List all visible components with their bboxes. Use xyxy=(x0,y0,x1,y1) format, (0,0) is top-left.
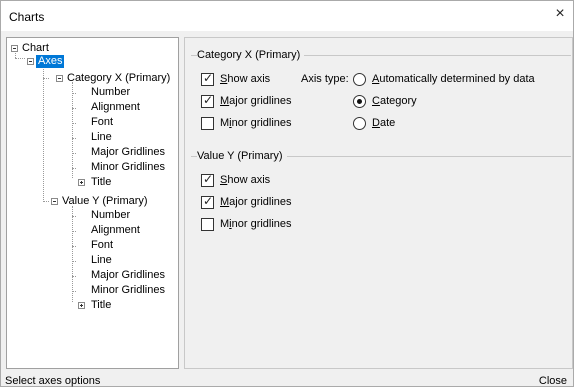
tree-label: Line xyxy=(91,254,112,266)
axis-type-label: Axis type: xyxy=(301,73,349,85)
tree-connector xyxy=(72,216,76,217)
chart-element-tree[interactable]: Chart Axes Category X (Primary) Number A… xyxy=(6,37,179,369)
tree-connector xyxy=(72,246,76,247)
checkbox-label: Show axis xyxy=(220,174,271,186)
tree-label: Minor Gridlines xyxy=(91,161,165,173)
collapse-icon[interactable] xyxy=(51,198,58,205)
tree-connector xyxy=(72,276,76,277)
tree-label: Title xyxy=(91,299,112,311)
status-bar: Select axes options Close xyxy=(1,370,575,388)
tree-label: Number xyxy=(91,209,131,221)
tree-connector xyxy=(72,138,76,139)
axis-options-panel: Category X (Primary) ✓ Show axis ✓ Major… xyxy=(184,37,573,369)
dialog-title: Charts xyxy=(9,10,45,24)
checkbox-box[interactable]: ✓ xyxy=(201,194,214,209)
radio-circle[interactable] xyxy=(353,73,366,86)
tree-label: Value Y (Primary) xyxy=(62,195,148,207)
tree-connector xyxy=(43,62,44,202)
close-button[interactable]: Close xyxy=(539,375,567,387)
tree-connector xyxy=(72,82,73,178)
close-icon[interactable]: × xyxy=(553,6,567,22)
checkbox-box[interactable]: ✓ xyxy=(201,71,214,86)
radio-label: Category xyxy=(372,95,417,107)
radio-circle[interactable] xyxy=(353,117,366,130)
tree-label: Line xyxy=(91,131,112,143)
tree-label: Alignment xyxy=(91,224,140,236)
radio-label: Date xyxy=(372,117,396,129)
checkbox-label: Show axis xyxy=(220,73,271,85)
tree-connector xyxy=(72,108,76,109)
category-group-title: Category X (Primary) xyxy=(197,49,305,61)
tree-connector xyxy=(72,123,76,124)
tree-connector xyxy=(72,206,73,302)
tree-label: Font xyxy=(91,239,114,251)
charts-dialog: Charts × Chart Axes Category X (Primary)… xyxy=(0,0,574,387)
collapse-icon[interactable] xyxy=(11,45,18,52)
checkbox-label: Major gridlines xyxy=(220,95,292,107)
tree-label: Chart xyxy=(22,42,49,54)
tree-connector xyxy=(43,78,49,79)
checkbox-label: Major gridlines xyxy=(220,196,292,208)
tree-connector xyxy=(72,231,76,232)
title-bar: Charts × xyxy=(1,1,573,31)
status-text: Select axes options xyxy=(5,375,101,387)
checkbox-box[interactable] xyxy=(201,218,214,231)
tree-label: Title xyxy=(91,176,112,188)
expand-icon[interactable] xyxy=(78,179,85,186)
checkbox-label: Minor gridlines xyxy=(220,218,292,230)
value-group-title: Value Y (Primary) xyxy=(197,150,287,162)
collapse-icon[interactable] xyxy=(27,58,34,65)
tree-label: Minor Gridlines xyxy=(91,284,165,296)
radio-selected-dot xyxy=(357,99,362,104)
checkbox-box[interactable]: ✓ xyxy=(201,93,214,108)
tree-label: Major Gridlines xyxy=(91,269,165,281)
tree-label: Number xyxy=(91,86,131,98)
tree-label: Font xyxy=(91,116,114,128)
tree-label: Major Gridlines xyxy=(91,146,165,158)
checkbox-box[interactable] xyxy=(201,117,214,130)
tree-connector xyxy=(72,291,76,292)
tree-connector xyxy=(15,58,25,59)
collapse-icon[interactable] xyxy=(56,75,63,82)
expand-icon[interactable] xyxy=(78,302,85,309)
checkmark-icon: ✓ xyxy=(203,194,214,208)
checkmark-icon: ✓ xyxy=(203,71,214,85)
tree-connector xyxy=(72,261,76,262)
tree-connector xyxy=(43,201,49,202)
tree-connector xyxy=(72,93,76,94)
radio-label: Automatically determined by data xyxy=(372,73,535,85)
checkbox-label: Minor gridlines xyxy=(220,117,292,129)
tree-label: Alignment xyxy=(91,101,140,113)
radio-circle[interactable] xyxy=(353,95,366,108)
tree-label: Category X (Primary) xyxy=(67,72,171,84)
checkmark-icon: ✓ xyxy=(203,93,214,107)
checkbox-box[interactable]: ✓ xyxy=(201,172,214,187)
tree-connector xyxy=(72,168,76,169)
checkmark-icon: ✓ xyxy=(203,172,214,186)
tree-connector xyxy=(72,153,76,154)
tree-label-selected: Axes xyxy=(36,55,65,68)
